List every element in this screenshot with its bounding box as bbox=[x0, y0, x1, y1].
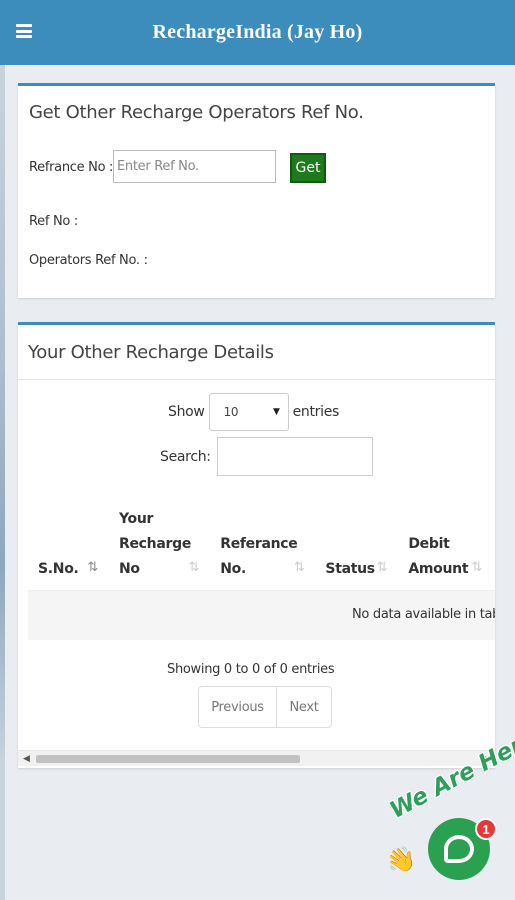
column-header-debit-amount[interactable]: Debit Amount ⇅ bbox=[399, 493, 495, 591]
page-length-select[interactable]: 10 ▼ bbox=[208, 393, 289, 431]
unread-count-badge: 1 bbox=[475, 818, 497, 840]
recharge-table: S.No. ⇅ Your Recharge No ⇅ Referance No.… bbox=[28, 493, 495, 641]
sort-icon: ⇅ bbox=[293, 559, 305, 575]
ref-lookup-title: Get Other Recharge Operators Ref No. bbox=[29, 102, 364, 123]
column-label: Your Recharge No bbox=[119, 510, 192, 577]
table-search: Search: bbox=[160, 437, 373, 476]
next-button[interactable]: Next bbox=[277, 687, 331, 727]
column-header-sno[interactable]: S.No. ⇅ bbox=[28, 493, 110, 591]
scroll-left-icon[interactable]: ◀ bbox=[23, 753, 30, 764]
empty-table-message: No data available in table bbox=[352, 607, 495, 622]
waving-hand-icon: 👋 bbox=[383, 843, 419, 878]
column-label: S.No. bbox=[38, 560, 79, 577]
ref-lookup-panel: Get Other Recharge Operators Ref No. Ref… bbox=[18, 83, 495, 298]
app-title: RechargeIndia (Jay Ho) bbox=[152, 21, 363, 43]
search-input[interactable] bbox=[216, 437, 373, 476]
show-label: Show bbox=[168, 404, 205, 420]
column-header-status[interactable]: Status ⇅ bbox=[316, 493, 400, 591]
page-length-value: 10 bbox=[223, 405, 239, 419]
background-strip bbox=[0, 65, 5, 900]
ref-no-result-label: Ref No : bbox=[29, 214, 78, 229]
scrollbar-thumb[interactable] bbox=[36, 755, 300, 763]
get-button[interactable]: Get bbox=[290, 153, 326, 183]
column-header-recharge-no[interactable]: Your Recharge No ⇅ bbox=[110, 493, 212, 591]
table-info: Showing 0 to 0 of 0 entries bbox=[167, 662, 335, 677]
chat-bubble-icon bbox=[444, 835, 474, 863]
empty-table-row: No data available in table bbox=[28, 590, 495, 640]
app-header: RechargeIndia (Jay Ho) bbox=[0, 0, 515, 65]
sort-icon: ⇅ bbox=[471, 559, 482, 575]
recharge-details-panel: Your Other Recharge Details Show 10 ▼ en… bbox=[18, 322, 495, 768]
column-label: Debit Amount bbox=[408, 535, 469, 577]
previous-button[interactable]: Previous bbox=[199, 687, 277, 727]
entries-label: entries bbox=[292, 404, 340, 420]
horizontal-scrollbar[interactable]: ◀ ▶ bbox=[18, 750, 495, 766]
chat-widget: We Are Here! 👋 1 bbox=[380, 720, 515, 900]
details-title: Your Other Recharge Details bbox=[28, 342, 274, 363]
hamburger-menu-icon[interactable] bbox=[16, 24, 32, 38]
sort-icon: ⇅ bbox=[376, 559, 388, 575]
caret-down-icon: ▼ bbox=[272, 407, 280, 417]
column-label: Referance No. bbox=[220, 535, 298, 577]
page-length-control: Show 10 ▼ entries bbox=[168, 393, 339, 431]
column-header-referance-no[interactable]: Referance No. ⇅ bbox=[211, 493, 317, 591]
search-label: Search: bbox=[160, 448, 211, 465]
refrance-no-label: Refrance No : bbox=[29, 160, 114, 175]
details-header: Your Other Recharge Details bbox=[18, 325, 495, 380]
operators-ref-result-label: Operators Ref No. : bbox=[29, 253, 148, 268]
sort-asc-icon: ⇅ bbox=[87, 559, 98, 575]
ref-no-input[interactable] bbox=[113, 150, 276, 183]
sort-icon: ⇅ bbox=[188, 559, 200, 575]
pagination: Previous Next bbox=[198, 686, 332, 728]
